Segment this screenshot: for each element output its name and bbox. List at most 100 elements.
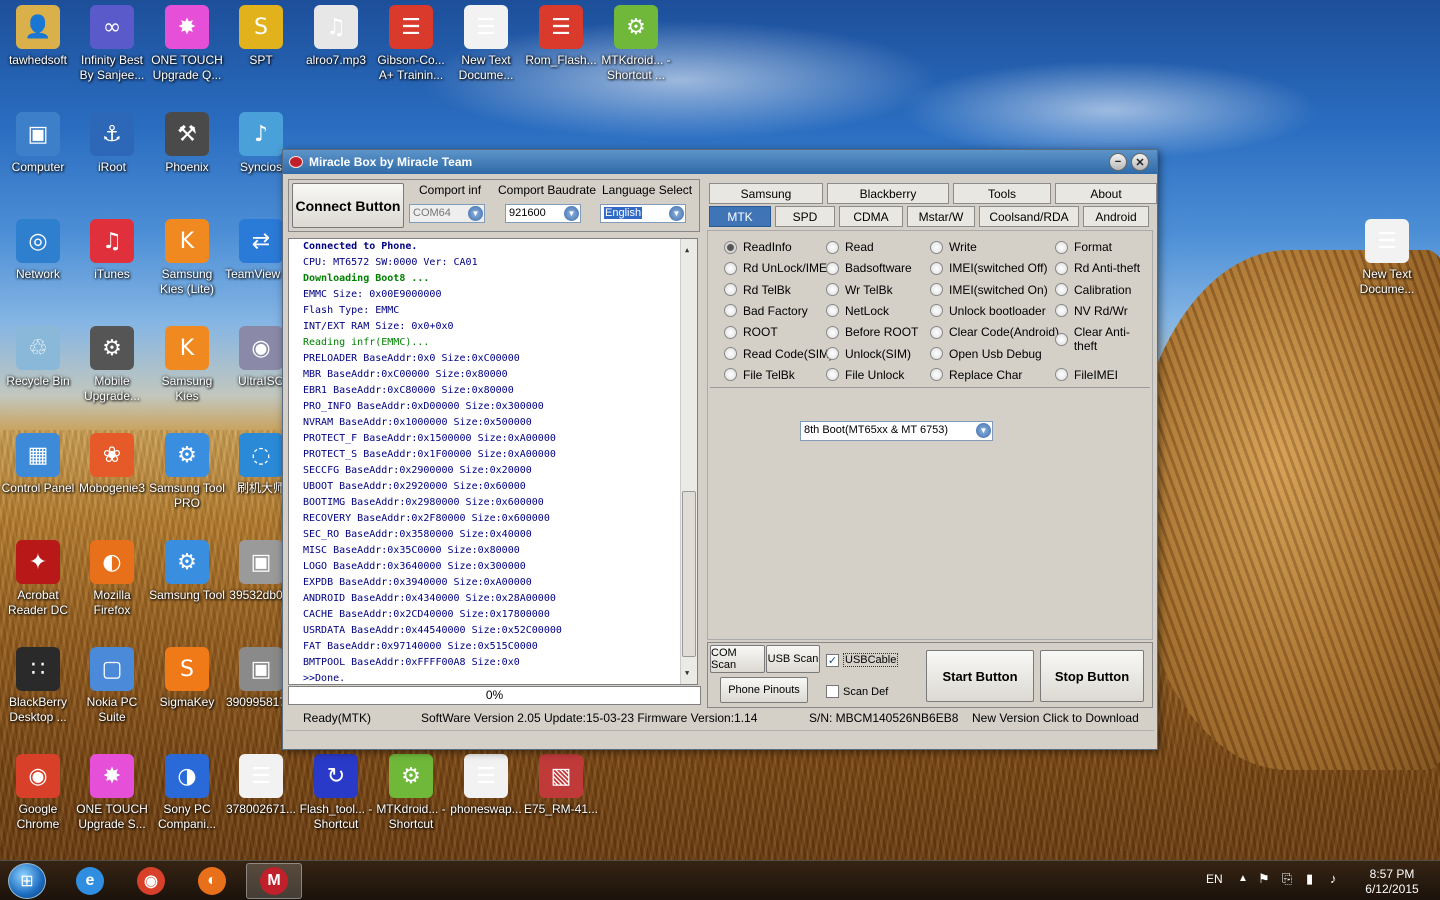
language-indicator[interactable]: EN xyxy=(1206,872,1223,900)
desktop-icon[interactable]: ☰ New Text Docume... xyxy=(448,5,524,83)
radio-option[interactable]: Open Usb Debug xyxy=(930,347,1042,361)
desktop-icon[interactable]: ◐ Mozilla Firefox xyxy=(74,540,150,618)
desktop-icon[interactable]: ◉ Google Chrome xyxy=(0,754,76,832)
radio-circle-icon[interactable] xyxy=(1055,240,1068,254)
radio-option[interactable]: NetLock xyxy=(826,304,889,318)
new-version-link[interactable]: New Version Click to Download xyxy=(972,711,1139,725)
stop-button[interactable]: Stop Button xyxy=(1040,650,1144,702)
radio-circle-icon[interactable] xyxy=(930,347,943,360)
scroll-down-icon[interactable]: ▼ xyxy=(685,665,689,681)
radio-option[interactable]: Wr TelBk xyxy=(826,283,893,297)
desktop-icon[interactable]: ▦ Control Panel xyxy=(0,433,76,496)
taskbar-app-miraclebox[interactable]: M xyxy=(246,863,302,899)
radio-option[interactable]: Before ROOT xyxy=(826,325,918,339)
tray-usb-icon[interactable]: ⎘ xyxy=(1282,871,1292,900)
desktop-icon[interactable]: ⚙ Mobile Upgrade... xyxy=(74,326,150,404)
radio-circle-icon[interactable] xyxy=(1055,332,1068,346)
radio-option[interactable]: Format xyxy=(1055,240,1112,254)
radio-circle-icon[interactable] xyxy=(826,283,839,297)
language-select[interactable]: English ▼ xyxy=(600,204,686,223)
radio-option[interactable]: Read Code(SIM) xyxy=(724,347,833,361)
desktop-icon[interactable]: K Samsung Kies (Lite) xyxy=(149,219,225,297)
tab-blackberry[interactable]: Blackberry xyxy=(827,183,949,204)
tab-cdma[interactable]: CDMA xyxy=(839,206,903,227)
scrollbar-thumb[interactable] xyxy=(682,491,696,657)
desktop-icon[interactable]: ↻ Flash_tool... - Shortcut xyxy=(298,754,374,832)
chevron-down-icon[interactable]: ▼ xyxy=(564,206,579,221)
radio-option[interactable]: File TelBk xyxy=(724,368,795,382)
radio-option[interactable]: IMEI(switched On) xyxy=(930,283,1048,297)
taskbar-app-ie[interactable]: e xyxy=(62,863,118,899)
radio-option[interactable]: Rd Anti-theft xyxy=(1055,261,1140,275)
phone-pinouts-button[interactable]: Phone Pinouts xyxy=(720,677,808,703)
start-button[interactable]: Start Button xyxy=(926,650,1034,702)
taskbar-app-chrome[interactable]: ◉ xyxy=(123,863,179,899)
tray-volume-icon[interactable]: ♪ xyxy=(1330,871,1337,900)
radio-circle-icon[interactable] xyxy=(724,325,737,339)
desktop-icon[interactable]: ♲ Recycle Bin xyxy=(0,326,76,389)
radio-circle-icon[interactable] xyxy=(930,240,943,254)
radio-circle-icon[interactable] xyxy=(724,283,737,297)
desktop-icon[interactable]: ♫ iTunes xyxy=(74,219,150,282)
desktop-icon[interactable]: ◎ Network xyxy=(0,219,76,282)
taskbar-app-firefox[interactable]: ◐ xyxy=(184,863,240,899)
radio-circle-icon[interactable] xyxy=(724,368,737,382)
tray-network-icon[interactable]: ▮ xyxy=(1306,871,1313,900)
radio-option[interactable]: FileIMEI xyxy=(1055,368,1118,382)
tab-about[interactable]: About xyxy=(1055,183,1157,204)
minimize-icon[interactable]: − xyxy=(1109,153,1127,171)
log-scrollbar[interactable]: ▲ ▼ xyxy=(680,239,697,684)
connect-button[interactable]: Connect Button xyxy=(292,183,404,228)
usb-scan-button[interactable]: USB Scan xyxy=(766,645,820,673)
tab-tools[interactable]: Tools xyxy=(953,183,1051,204)
radio-circle-icon[interactable] xyxy=(930,283,943,297)
radio-option[interactable]: IMEI(switched Off) xyxy=(930,261,1047,275)
radio-option[interactable]: ReadInfo xyxy=(724,240,792,254)
radio-circle-icon[interactable] xyxy=(1055,368,1068,382)
radio-circle-icon[interactable] xyxy=(724,261,737,275)
desktop-icon[interactable]: ⚙ MTKdroid... - Shortcut xyxy=(373,754,449,832)
tab-samsung[interactable]: Samsung xyxy=(709,183,823,204)
desktop-icon[interactable]: ✸ ONE TOUCH Upgrade Q... xyxy=(149,5,225,83)
desktop-icon[interactable]: ⚙ Samsung Tool PRO xyxy=(149,433,225,511)
radio-circle-icon[interactable] xyxy=(724,240,737,254)
desktop-icon[interactable]: ▢ Nokia PC Suite xyxy=(74,647,150,725)
desktop-icon[interactable]: K Samsung Kies xyxy=(149,326,225,404)
radio-option[interactable]: Read xyxy=(826,240,874,254)
radio-option[interactable]: Badsoftware xyxy=(826,261,912,275)
tab-android[interactable]: Android xyxy=(1083,206,1149,227)
radio-circle-icon[interactable] xyxy=(724,304,737,318)
tray-show-hidden-icon[interactable]: ▲ xyxy=(1238,873,1248,900)
desktop-icon[interactable]: ▣ Computer xyxy=(0,112,76,175)
desktop-icon[interactable]: ✸ ONE TOUCH Upgrade S... xyxy=(74,754,150,832)
desktop-icon[interactable]: ❀ Mobogenie3 xyxy=(74,433,150,496)
checkbox-checked-icon[interactable]: ✓ xyxy=(826,653,839,667)
radio-option[interactable]: Clear Anti-theft xyxy=(1055,325,1152,353)
scroll-up-icon[interactable]: ▲ xyxy=(685,242,689,258)
comport-select[interactable]: COM64 ▼ xyxy=(409,204,485,223)
radio-option[interactable]: Write xyxy=(930,240,977,254)
radio-circle-icon[interactable] xyxy=(1055,304,1068,318)
radio-option[interactable]: Replace Char xyxy=(930,368,1022,382)
desktop-icon[interactable]: ∷ BlackBerry Desktop ... xyxy=(0,647,76,725)
chevron-down-icon[interactable]: ▼ xyxy=(468,206,483,221)
radio-circle-icon[interactable] xyxy=(930,261,943,275)
boot-select[interactable]: 8th Boot(MT65xx & MT 6753) ▼ xyxy=(800,421,993,441)
radio-circle-icon[interactable] xyxy=(826,368,839,382)
chevron-down-icon[interactable]: ▼ xyxy=(976,423,991,438)
desktop-icon[interactable]: ∞ Infinity Best By Sanjee... xyxy=(74,5,150,83)
desktop-icon[interactable]: ☰ 378002671... xyxy=(223,754,299,817)
radio-circle-icon[interactable] xyxy=(724,347,737,360)
radio-option[interactable]: Calibration xyxy=(1055,283,1131,297)
radio-circle-icon[interactable] xyxy=(1055,283,1068,297)
chevron-down-icon[interactable]: ▼ xyxy=(669,206,684,221)
desktop-icon[interactable]: ☰ phoneswap... xyxy=(448,754,524,817)
radio-option[interactable]: Bad Factory xyxy=(724,304,808,318)
radio-circle-icon[interactable] xyxy=(826,347,839,360)
radio-option[interactable]: Rd UnLock/IMEI xyxy=(724,261,830,275)
desktop-icon[interactable]: ⚓ iRoot xyxy=(74,112,150,175)
radio-circle-icon[interactable] xyxy=(930,368,943,382)
radio-option[interactable]: Unlock(SIM) xyxy=(826,347,911,361)
radio-option[interactable]: Rd TelBk xyxy=(724,283,791,297)
tab-mstarw[interactable]: Mstar/W xyxy=(907,206,975,227)
